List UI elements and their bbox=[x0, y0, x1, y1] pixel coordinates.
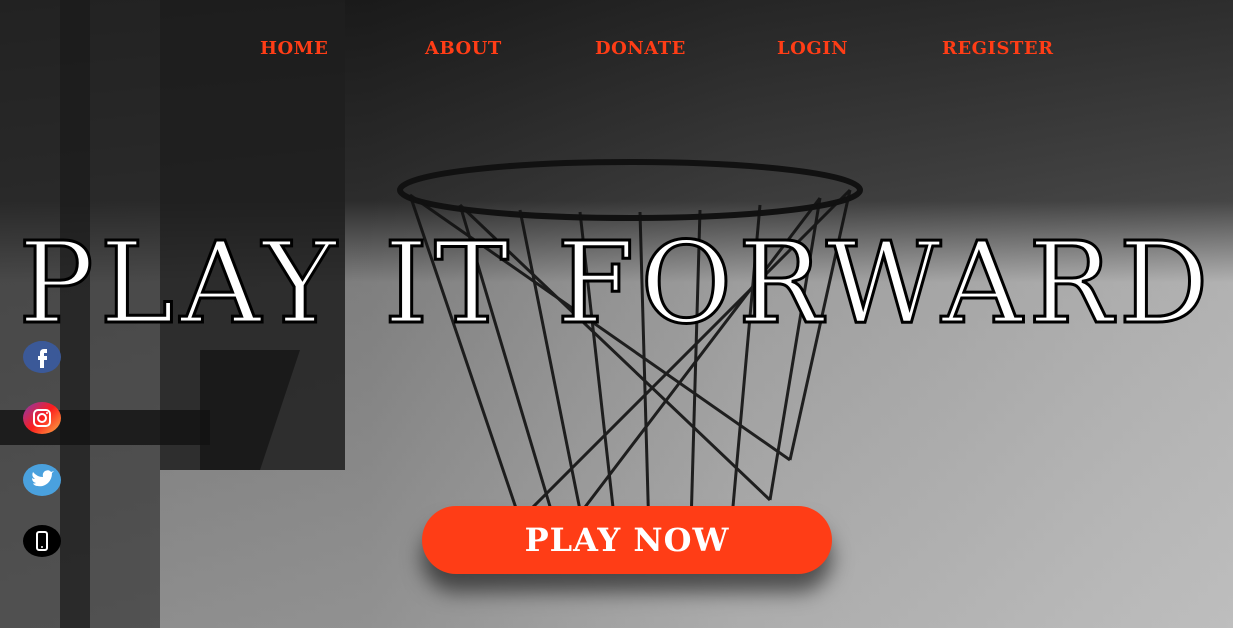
hero-headline: PLAY IT FORWARD bbox=[17, 219, 1215, 349]
phone-icon[interactable] bbox=[23, 525, 61, 557]
nav-home-link[interactable]: HOME bbox=[260, 38, 328, 59]
play-now-button[interactable]: PLAY NOW bbox=[422, 506, 832, 574]
facebook-icon[interactable] bbox=[23, 341, 61, 373]
nav-about-link[interactable]: ABOUT bbox=[425, 38, 502, 59]
nav-login-link[interactable]: LOGIN bbox=[777, 38, 848, 59]
instagram-icon[interactable] bbox=[23, 402, 61, 434]
nav-donate-link[interactable]: DONATE bbox=[595, 38, 686, 59]
twitter-icon[interactable] bbox=[23, 464, 61, 496]
main-navigation: HOME ABOUT DONATE LOGIN REGISTER bbox=[0, 38, 1233, 68]
nav-register-link[interactable]: REGISTER bbox=[942, 38, 1054, 59]
